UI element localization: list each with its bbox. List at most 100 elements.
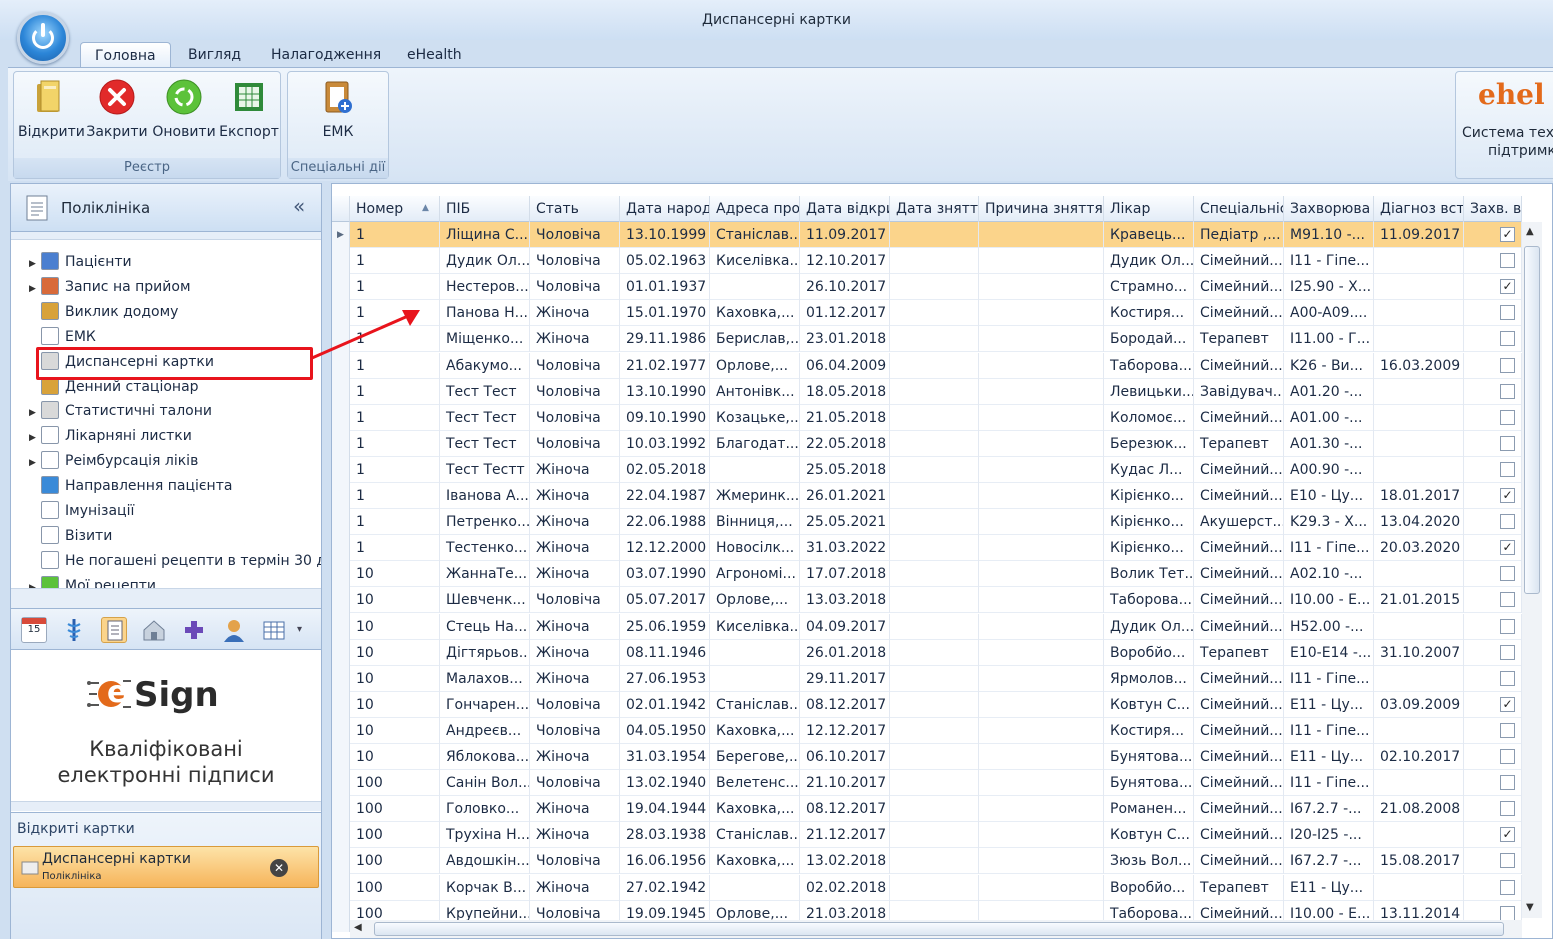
- scroll-thumb[interactable]: [1524, 246, 1540, 594]
- table-row[interactable]: 1 Панова Н... Жіноча 15.01.1970 Каховка,... 0…: [350, 300, 1522, 327]
- tree-item[interactable]: Імунізації: [29, 499, 134, 524]
- tree-item[interactable]: ▶ Реімбурсація ліків: [29, 449, 198, 474]
- table-row[interactable]: 1 Абакумо... Чоловіча 21.02.1977 Орлове,... 0…: [350, 352, 1522, 379]
- expand-arrow-icon[interactable]: ▶: [29, 401, 41, 426]
- tree-item[interactable]: ▶ Мої рецепти: [29, 574, 156, 588]
- column-header[interactable]: Лікар: [1104, 196, 1194, 222]
- checkbox[interactable]: [1500, 592, 1515, 608]
- checkbox[interactable]: [1500, 514, 1515, 530]
- tab-view[interactable]: Вигляд: [174, 42, 255, 68]
- checkbox[interactable]: ✓: [1500, 227, 1515, 242]
- tree-item[interactable]: ▶ Запис на прийом: [29, 275, 191, 300]
- tab-ehealth[interactable]: eHealth: [393, 42, 476, 68]
- table-row[interactable]: 100 Трухіна Н... Жіноча 28.03.1938 Станіслав…: [350, 822, 1522, 849]
- table-row[interactable]: 10 Шевченк... Чоловіча 05.07.2017 Орлове,...…: [350, 587, 1522, 614]
- table-row[interactable]: 100 Авдошкін... Чоловіча 16.06.1956 Каховка,…: [350, 848, 1522, 875]
- vertical-scrollbar[interactable]: ▲ ▼: [1522, 222, 1542, 918]
- table-row[interactable]: 10 Андреєв... Чоловіча 04.05.1950 Каховка,..…: [350, 717, 1522, 744]
- checkbox[interactable]: ✓: [1500, 827, 1515, 843]
- scroll-left-icon[interactable]: ◀: [354, 922, 362, 933]
- checkbox[interactable]: [1500, 409, 1515, 425]
- table-row[interactable]: 1 Тест Тест Чоловіча 13.10.1990 Антонівк... 1…: [350, 378, 1522, 405]
- checkbox[interactable]: [1500, 253, 1515, 269]
- table-row[interactable]: 1 Нестеров... Чоловіча 01.01.1937 26.10.2017…: [350, 274, 1522, 301]
- table-row[interactable]: 1 Тест Тест Чоловіча 10.03.1992 Благодат... 2…: [350, 430, 1522, 457]
- table-row[interactable]: 10 Яблокова... Жіноча 31.03.1954 Берегове,..…: [350, 744, 1522, 770]
- scroll-up-handle[interactable]: [11, 232, 321, 240]
- splitter[interactable]: [11, 588, 321, 608]
- tree-item[interactable]: Направлення пацієнта: [29, 474, 232, 499]
- table-row[interactable]: 10 Гончарен... Чоловіча 02.01.1942 Станіслав…: [350, 691, 1522, 718]
- table-row[interactable]: 1 Тест Тестт Жіноча 02.05.2018 25.05.2018 Куд…: [350, 456, 1522, 483]
- column-header[interactable]: Діагноз вст: [1374, 196, 1464, 222]
- home-icon[interactable]: [141, 617, 167, 643]
- table-row[interactable]: 1 Дудик Ол... Чоловіча 05.02.1963 Киселівка.…: [350, 248, 1522, 275]
- tab-settings[interactable]: Налагодження: [257, 42, 395, 68]
- close-card-icon[interactable]: ✕: [270, 859, 288, 877]
- table-row[interactable]: 1 Тестенко... Жіноча 12.12.2000 Новосілк... 3…: [350, 535, 1522, 562]
- checkbox[interactable]: ✓: [1500, 696, 1515, 712]
- horizontal-scrollbar[interactable]: ◀: [350, 920, 1522, 938]
- caduceus-icon[interactable]: [61, 617, 87, 643]
- table-row[interactable]: 100 Головко... Жіноча 19.04.1944 Каховка,...…: [350, 796, 1522, 823]
- expand-arrow-icon[interactable]: ▶: [29, 252, 41, 277]
- checkbox[interactable]: [1500, 331, 1515, 347]
- column-header[interactable]: Дата зняття: [890, 196, 979, 222]
- open-button[interactable]: Відкрити: [18, 78, 85, 140]
- table-row[interactable]: 100 Санін Вол... Чоловіча 13.02.1940 Велетен…: [350, 770, 1522, 797]
- checkbox[interactable]: [1500, 853, 1515, 869]
- ehealth-support-button[interactable]: ehel Система техн підтримк: [1455, 71, 1553, 179]
- column-header[interactable]: Адреса про: [710, 196, 800, 222]
- column-header[interactable]: Захв. ві: [1464, 196, 1522, 222]
- table-icon[interactable]: [261, 617, 287, 643]
- table-row[interactable]: 1 Ліщина С... Чоловіча 13.10.1999 Станіслав.…: [350, 222, 1522, 248]
- splitter-bottom[interactable]: [11, 801, 321, 811]
- checkbox[interactable]: [1500, 749, 1515, 764]
- tree-item[interactable]: ЕМК: [29, 325, 96, 350]
- checkbox[interactable]: [1500, 383, 1515, 399]
- export-button[interactable]: Експорт: [218, 78, 280, 140]
- checkbox[interactable]: [1500, 879, 1515, 895]
- emk-button[interactable]: ЕМК: [306, 78, 370, 140]
- checkbox[interactable]: [1500, 461, 1515, 477]
- table-row[interactable]: 1 Петренко... Жіноча 22.06.1988 Вінниця,... 2…: [350, 509, 1522, 536]
- sort-ascending-icon[interactable]: ▲: [422, 203, 429, 213]
- open-card-item[interactable]: Диспансерні картки Поліклініка ✕: [13, 846, 319, 888]
- column-header[interactable]: ПІБ: [440, 196, 530, 222]
- expand-arrow-icon[interactable]: ▶: [29, 277, 41, 302]
- checkbox[interactable]: [1500, 566, 1515, 582]
- column-header[interactable]: Причина зняття: [979, 196, 1104, 222]
- table-row[interactable]: 10 ЖаннаТе... Жіноча 03.07.1990 Агрономі... 1…: [350, 561, 1522, 588]
- table-row[interactable]: 10 Малахов... Жіноча 27.06.1953 29.11.2017 Яр…: [350, 665, 1522, 692]
- checkbox[interactable]: [1500, 644, 1515, 660]
- checkbox[interactable]: [1500, 305, 1515, 321]
- scroll-down-icon[interactable]: ▼: [1526, 902, 1534, 913]
- table-row[interactable]: 1 Іванова А... Жіноча 22.04.1987 Жмеринк... 2…: [350, 483, 1522, 509]
- table-row[interactable]: 100 Крупейни... Чоловіча 19.09.1945 Орлове,.…: [350, 900, 1522, 920]
- checkbox[interactable]: [1500, 670, 1515, 686]
- tree-item[interactable]: ▶ Статистичні талони: [29, 399, 212, 424]
- refresh-button[interactable]: Оновити: [152, 78, 216, 140]
- table-row[interactable]: 10 Стець На... Жіноча 25.06.1959 Киселівка..…: [350, 613, 1522, 640]
- checkbox[interactable]: [1500, 775, 1515, 791]
- expand-arrow-icon[interactable]: ▶: [29, 576, 41, 588]
- checkbox[interactable]: ✓: [1500, 488, 1515, 503]
- app-menu-button[interactable]: [17, 12, 69, 64]
- more-chevron-icon[interactable]: ▾: [297, 617, 309, 643]
- column-header[interactable]: Дата відкри: [800, 196, 890, 222]
- esign-banner[interactable]: e Sign Кваліфіковані електронні підписи: [11, 651, 321, 801]
- column-header[interactable]: Дата народ: [620, 196, 710, 222]
- expand-arrow-icon[interactable]: ▶: [29, 426, 41, 451]
- checkbox[interactable]: [1500, 435, 1515, 451]
- table-row[interactable]: 1 Тест Тест Чоловіча 09.10.1990 Козацьке,...…: [350, 404, 1522, 431]
- tree-item[interactable]: Не погашені рецепти в термін 30 д: [29, 549, 321, 574]
- records-icon[interactable]: [101, 617, 127, 643]
- table-row[interactable]: 1 Міщенко... Жіноча 29.11.1986 Берислав,... 2…: [350, 326, 1522, 353]
- collapse-button[interactable]: «: [293, 194, 305, 218]
- checkbox[interactable]: ✓: [1500, 279, 1515, 295]
- table-row[interactable]: 100 Корчак В... Жіноча 27.02.1942 02.02.2018…: [350, 874, 1522, 901]
- column-header[interactable]: Захворюва: [1284, 196, 1374, 222]
- doctor-icon[interactable]: [221, 617, 247, 643]
- checkbox[interactable]: ✓: [1500, 540, 1515, 556]
- tab-home[interactable]: Головна: [80, 42, 171, 68]
